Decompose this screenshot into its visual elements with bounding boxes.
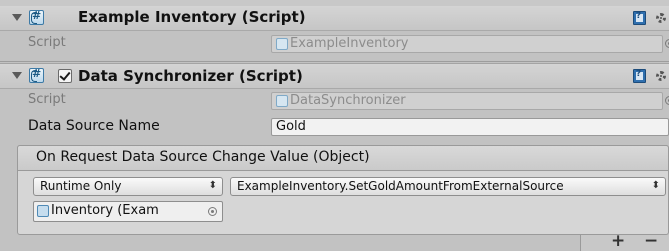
function-dropdown[interactable]: ExampleInventory.SetGoldAmountFromExtern… (230, 177, 666, 196)
script-field-value: DataSynchronizer (290, 93, 406, 108)
object-picker-icon[interactable] (665, 96, 669, 105)
function-value: ExampleInventory.SetGoldAmountFromExtern… (237, 179, 564, 193)
dropdown-arrows-icon: ⬍ (208, 180, 217, 191)
foldout-triangle-icon[interactable] (12, 14, 22, 21)
unity-event-title: On Request Data Source Change Value (Obj… (36, 149, 370, 165)
csharp-script-icon (29, 9, 44, 25)
script-field-value: ExampleInventory (290, 36, 409, 51)
dropdown-arrows-icon: ⬍ (651, 180, 660, 191)
call-state-value: Runtime Only (40, 179, 122, 193)
script-label: Script (28, 35, 66, 50)
component-header-data-synchronizer[interactable]: Data Synchronizer (Script) (0, 63, 669, 89)
component-title: Data Synchronizer (Script) (78, 67, 303, 85)
script-file-icon (276, 95, 288, 107)
target-object-field[interactable]: Inventory (Exam (33, 201, 223, 222)
call-state-dropdown[interactable]: Runtime Only ⬍ (33, 177, 223, 196)
unity-event-header: On Request Data Source Change Value (Obj… (17, 145, 669, 171)
script-label: Script (28, 92, 66, 107)
script-field: ExampleInventory (271, 35, 663, 53)
data-source-name-input[interactable]: Gold (271, 118, 669, 136)
target-object-value: Inventory (Exam (51, 203, 159, 218)
component-separator (0, 61, 669, 62)
add-listener-button[interactable]: + (611, 233, 625, 250)
component-header-example-inventory[interactable]: Example Inventory (Script) (0, 6, 669, 31)
csharp-script-icon (29, 67, 44, 83)
script-field: DataSynchronizer (271, 92, 663, 110)
remove-listener-button[interactable]: − (644, 233, 658, 250)
script-object-icon (37, 205, 49, 217)
gear-icon[interactable] (656, 13, 666, 23)
enabled-checkbox[interactable] (58, 69, 72, 83)
data-source-name-value: Gold (276, 119, 306, 134)
gear-icon[interactable] (656, 71, 666, 81)
help-book-icon[interactable] (633, 11, 646, 25)
object-picker-icon[interactable] (208, 207, 217, 216)
foldout-triangle-icon[interactable] (12, 72, 22, 79)
help-book-icon[interactable] (633, 69, 646, 83)
event-list-footer: + − (580, 233, 669, 251)
object-picker-icon[interactable] (665, 39, 669, 48)
component-title: Example Inventory (Script) (78, 8, 306, 26)
script-file-icon (276, 38, 288, 50)
data-source-name-label: Data Source Name (28, 118, 160, 134)
